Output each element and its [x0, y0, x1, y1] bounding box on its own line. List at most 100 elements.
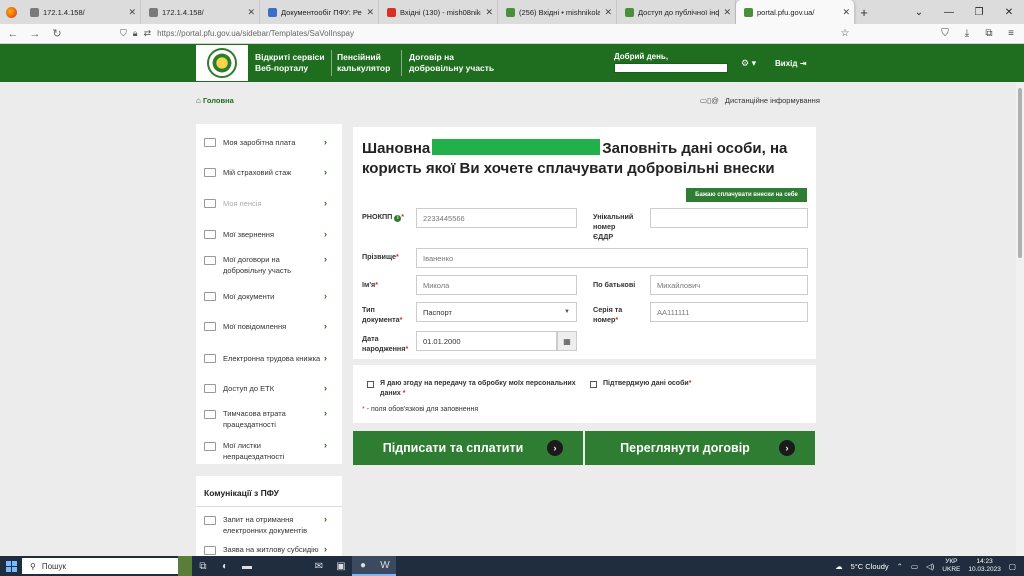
close-tab-icon[interactable]: ✕	[485, 7, 493, 18]
person-form: Шановна Заповніть дані особи, на користь …	[353, 127, 816, 359]
sidebar-item-label: Електронна трудова книжка	[223, 354, 321, 363]
browser-tab[interactable]: 172.1.4.158/ ✕	[22, 0, 141, 24]
settings-gear-icon[interactable]: ⚙ ▾	[741, 58, 756, 69]
consent-checkbox[interactable]	[367, 381, 374, 388]
page-scrollbar[interactable]	[1016, 82, 1024, 556]
close-tab-icon[interactable]: ✕	[366, 7, 374, 18]
browser-tab[interactable]: Документообіг ПФУ: Реєстр ✕	[260, 0, 379, 24]
search-highlight-image	[178, 556, 192, 576]
pfu-logo[interactable]	[196, 45, 248, 81]
browser-tab[interactable]: Доступ до публічної інформа ✕	[617, 0, 736, 24]
patronymic-input[interactable]: Михайлович	[650, 275, 808, 295]
series-input[interactable]: АА111111	[650, 302, 808, 322]
menu-icon[interactable]: ≡	[1004, 28, 1018, 39]
lock-icon: 🔒︎	[132, 28, 138, 38]
access-icon	[204, 384, 216, 393]
close-tab-icon[interactable]: ✕	[247, 7, 255, 18]
browser-tab[interactable]: portal.pfu.gov.ua/ ✕	[736, 0, 855, 24]
sidebar-item[interactable]: Мої листки непрацездатності ›	[196, 440, 342, 462]
sidebar-item[interactable]: Моя заробітна плата ›	[196, 132, 342, 154]
file-explorer-icon[interactable]: ▬	[236, 556, 258, 576]
mail-icon[interactable]: ✉	[308, 556, 330, 576]
start-button[interactable]	[0, 556, 22, 576]
sidebar-item[interactable]: Доступ до ЕТК ›	[196, 378, 342, 400]
language-indicator[interactable]: УКР UKRE	[942, 558, 960, 574]
sidebar-item-label: Мої листки непрацездатності	[223, 441, 285, 461]
edge-icon[interactable]: ◐	[214, 556, 236, 576]
view-contract-button[interactable]: Переглянути договір ›	[585, 431, 815, 465]
surname-input[interactable]: Іваненко	[416, 248, 808, 268]
user-name-redacted	[614, 63, 728, 73]
firefox-menu[interactable]	[0, 0, 22, 24]
browser-tab[interactable]: Вхідні (130) - mish08nikol ✕	[379, 0, 498, 24]
sidebar-item[interactable]: Мій страховий стаж ›	[196, 162, 342, 184]
self-pay-button[interactable]: Бажаю сплачувати внески на себе	[686, 188, 807, 202]
clock[interactable]: 14:23 10.03.2023	[968, 558, 1001, 574]
permissions-icon: ⇄	[143, 28, 152, 38]
list-tabs-icon[interactable]: ⌄	[904, 0, 934, 24]
reload-button[interactable]: ↻	[50, 27, 64, 40]
close-tab-icon[interactable]: ✕	[604, 7, 612, 18]
new-tab-button[interactable]: +	[855, 5, 873, 20]
nav-voluntary-contract[interactable]: Договір на добровільну участь	[409, 52, 494, 74]
chevron-right-icon: ›	[324, 291, 327, 301]
store-icon[interactable]: ▣	[330, 556, 352, 576]
communications-item[interactable]: Запит на отримання електронних документів…	[196, 514, 342, 536]
confirm-checkbox[interactable]	[590, 381, 597, 388]
sidebar-item[interactable]: Мої повідомлення ›	[196, 316, 342, 338]
doctype-select[interactable]: Паспорт ▼	[416, 302, 577, 322]
chevron-right-icon: ›	[324, 229, 327, 239]
volume-icon[interactable]: ◁)	[926, 562, 934, 571]
sidebar-item[interactable]: Мої документи ›	[196, 286, 342, 308]
downloads-icon[interactable]: ⤓	[960, 28, 974, 39]
scrollbar-thumb[interactable]	[1018, 88, 1022, 258]
sign-and-pay-button[interactable]: Підписати та сплатити ›	[353, 431, 583, 465]
name-input[interactable]: Микола	[416, 275, 577, 295]
url-field[interactable]: ⛉ 🔒︎ ⇄ https://portal.pfu.gov.ua/sidebar…	[120, 26, 830, 42]
maximize-button[interactable]: ❐	[964, 0, 994, 24]
arrow-right-icon: ›	[779, 440, 795, 456]
minimize-button[interactable]: —	[934, 0, 964, 24]
firefox-icon	[5, 6, 17, 18]
breadcrumb[interactable]: ⌂ Головна	[196, 96, 234, 105]
browser-tab[interactable]: 172.1.4.158/ ✕	[141, 0, 260, 24]
sidebar-item[interactable]: Тимчасова втрата працездатності ›	[196, 408, 342, 430]
close-tab-icon[interactable]: ✕	[128, 7, 136, 18]
exit-button[interactable]: Вихід ⇥	[775, 59, 806, 68]
back-button[interactable]: ←	[6, 28, 20, 40]
notifications-icon[interactable]: ▢	[1009, 562, 1016, 571]
weather-text[interactable]: 5°C Cloudy	[851, 562, 889, 571]
request-icon	[204, 546, 216, 555]
edrr-input[interactable]	[650, 208, 808, 228]
nav-open-services[interactable]: Відкриті сервіси Веб-порталу	[255, 52, 325, 74]
sidebar-item[interactable]: Електронна трудова книжка ›	[196, 348, 342, 370]
chevron-right-icon: ›	[324, 321, 327, 331]
browser-tab[interactable]: (256) Вхідні • mishnikolann@u✕	[498, 0, 617, 24]
taskbar-search[interactable]: ⚲ Пошук	[22, 558, 178, 574]
birthdate-input[interactable]: 01.01.2000	[416, 331, 557, 351]
rnokpp-input[interactable]: 2233445566	[416, 208, 577, 228]
chevron-right-icon: ›	[324, 514, 327, 524]
remote-info-link[interactable]: ▭▯@ Дистанційне інформування	[700, 96, 820, 105]
sidebar-item[interactable]: Мої звернення ›	[196, 224, 342, 246]
task-view-icon[interactable]: ⧉	[192, 556, 214, 576]
close-tab-icon[interactable]: ✕	[723, 7, 731, 18]
nav-pension-calculator[interactable]: Пенсійний калькулятор	[337, 52, 390, 74]
word-icon[interactable]: W	[374, 556, 396, 576]
network-icon[interactable]: ▭	[911, 562, 918, 571]
chevron-right-icon: ›	[324, 353, 327, 363]
firefox-taskbar-icon[interactable]: ●	[352, 556, 374, 576]
workbook-icon	[204, 354, 216, 363]
bookmark-star-icon[interactable]: ☆	[838, 28, 852, 39]
calendar-icon[interactable]: ▦	[557, 331, 577, 351]
stopwatch-icon	[204, 168, 216, 177]
address-bar: ← → ↻ ⛉ 🔒︎ ⇄ https://portal.pfu.gov.ua/s…	[0, 24, 1024, 44]
pocket-icon[interactable]: ⛉	[938, 28, 952, 39]
tray-chevron-icon[interactable]: ⌃	[897, 562, 903, 571]
sidebar-item[interactable]: Мої договори на добровільну участь ›	[196, 254, 342, 276]
extensions-icon[interactable]: ⧉	[982, 28, 996, 39]
close-window-button[interactable]: ✕	[994, 0, 1024, 24]
forward-button[interactable]: →	[28, 28, 42, 40]
close-tab-icon[interactable]: ✕	[842, 7, 850, 18]
sidebar-item[interactable]: Моя пенсія ›	[196, 193, 342, 215]
